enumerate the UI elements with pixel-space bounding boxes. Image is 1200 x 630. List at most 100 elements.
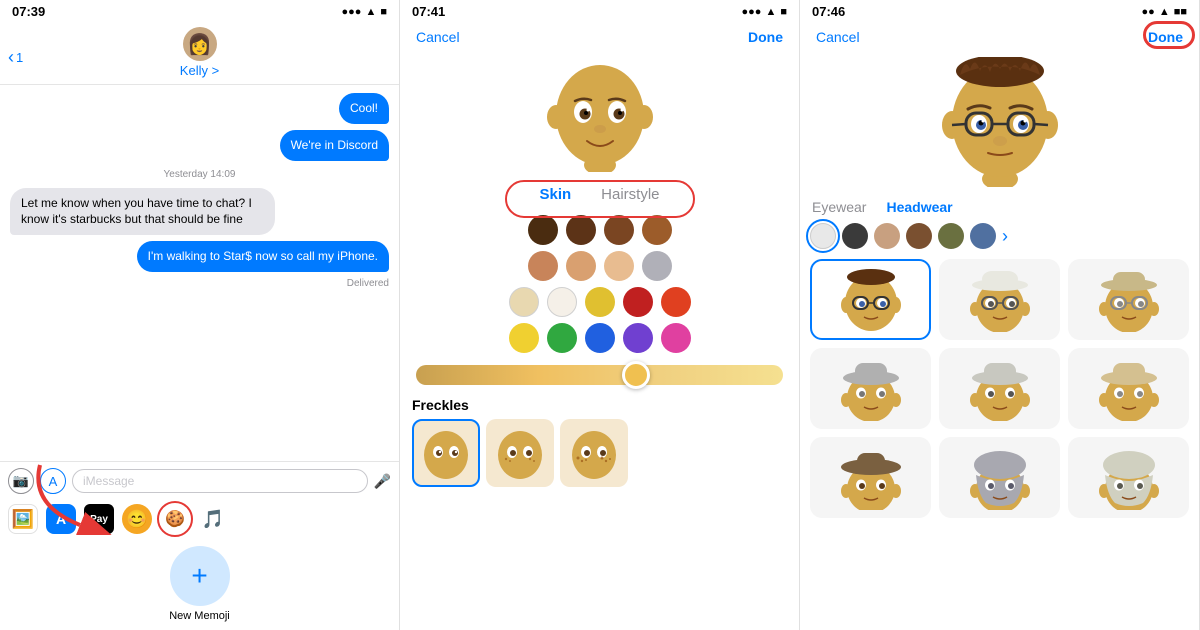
color-option[interactable] [509,287,539,317]
wifi-icon-3: ▲ [1159,6,1170,18]
microphone-icon[interactable]: 🎤 [374,473,391,490]
eyewear-color-option[interactable] [970,223,996,249]
battery-icon: ■ [380,6,387,18]
color-option[interactable] [528,251,558,281]
headwear-preview-icon [841,445,901,510]
panel-imessage: 07:39 ●●● ▲ ■ ‹ 1 👩 Kelly > Cool! We're … [0,0,400,630]
signal-icon: ●●● [342,6,362,18]
color-option[interactable] [566,251,596,281]
memoji-with-glasses-svg [940,57,1060,187]
color-option[interactable] [509,323,539,353]
headwear-item[interactable] [810,259,931,340]
color-option[interactable] [566,215,596,245]
headwear-item[interactable] [810,437,931,518]
headwear-preview-icon [1099,356,1159,421]
color-option[interactable] [661,323,691,353]
music-tray-icon[interactable]: 🎵 [198,504,228,534]
eyewear-color-row: › [800,219,1199,253]
done-button[interactable]: Done [748,29,783,45]
message-timestamp: Yesterday 14:09 [10,169,389,180]
message-bubble: Let me know when you have time to chat? … [10,188,275,236]
contact-avatar: 👩 [183,27,217,61]
message-bubble: I'm walking to Star$ now so call my iPho… [137,241,389,272]
headwear-item[interactable] [939,437,1060,518]
eyewear-color-option[interactable] [842,223,868,249]
skin-color-grid [400,211,799,357]
freckles-options [412,419,787,487]
status-icons-2: ●●● ▲ ■ [742,6,787,18]
message-bubble: We're in Discord [280,130,389,161]
headwear-item[interactable] [810,348,931,429]
color-option[interactable] [661,287,691,317]
status-bar-1: 07:39 ●●● ▲ ■ [0,0,399,23]
status-icons-3: ●● ▲ ■■ [1142,6,1187,18]
color-option[interactable] [604,251,634,281]
wifi-icon-2: ▲ [765,6,776,18]
new-memoji-label: New Memoji [169,610,230,622]
tab-headwear[interactable]: Headwear [886,199,952,215]
panel-skin-editor: 07:41 ●●● ▲ ■ Cancel Done [400,0,800,630]
headwear-header: Cancel Done [800,23,1199,49]
eyewear-color-option[interactable] [906,223,932,249]
status-bar-3: 07:46 ●● ▲ ■■ [800,0,1199,23]
cancel-button-3[interactable]: Cancel [816,29,860,45]
more-colors-icon[interactable]: › [1002,226,1008,247]
headwear-preview-icon [1099,445,1159,510]
memoji-tray-icon[interactable]: 😊 [122,504,152,534]
headwear-item[interactable] [1068,437,1189,518]
color-option[interactable] [642,251,672,281]
headwear-preview-icon [970,267,1030,332]
headwear-preview-icon [841,356,901,421]
color-option[interactable] [547,287,577,317]
headwear-options-grid [800,253,1199,524]
skin-tone-slider-container [400,357,799,393]
eyewear-color-option[interactable] [874,223,900,249]
color-option[interactable] [528,215,558,245]
headwear-item[interactable] [1068,348,1189,429]
headwear-item[interactable] [1068,259,1189,340]
color-option[interactable] [585,287,615,317]
freckles-option[interactable] [486,419,554,487]
time-3: 07:46 [812,4,845,19]
done-circle-decoration [1143,21,1195,49]
slider-thumb[interactable] [622,361,650,389]
battery-icon-2: ■ [780,6,787,18]
tab-hairstyle[interactable]: Hairstyle [601,186,659,203]
battery-icon-3: ■■ [1174,6,1187,18]
skin-tabs: Skin Hairstyle [400,176,799,211]
wifi-icon: ▲ [365,6,376,18]
signal-icon-3: ●● [1142,6,1155,18]
tab-skin[interactable]: Skin [539,186,571,203]
freckles-option[interactable] [560,419,628,487]
color-option[interactable] [642,215,672,245]
headwear-item[interactable] [939,348,1060,429]
headwear-preview-icon [970,356,1030,421]
color-option[interactable] [547,323,577,353]
contact-name[interactable]: Kelly > [180,63,219,78]
cookie-tray-icon[interactable]: 🍪 [160,504,190,534]
color-option[interactable] [623,287,653,317]
back-button[interactable]: ‹ 1 [8,47,23,68]
freckles-option[interactable] [412,419,480,487]
color-option[interactable] [604,215,634,245]
color-option[interactable] [585,323,615,353]
eyewear-color-option[interactable] [938,223,964,249]
new-memoji-button[interactable]: + [170,546,230,606]
time-1: 07:39 [12,4,45,19]
status-bar-2: 07:41 ●●● ▲ ■ [400,0,799,23]
color-row-2 [412,251,787,281]
freckles-label: Freckles [412,397,787,413]
message-bubble: Cool! [339,93,389,124]
headwear-preview-icon [841,267,901,332]
color-row-4 [412,323,787,353]
headwear-item[interactable] [939,259,1060,340]
memoji-preview [400,49,799,176]
tab-eyewear[interactable]: Eyewear [812,199,866,215]
color-option[interactable] [623,323,653,353]
freckles-face-icon [492,425,548,481]
eyewear-color-option[interactable] [810,223,836,249]
time-2: 07:41 [412,4,445,19]
cancel-button[interactable]: Cancel [416,29,460,45]
message-status: Delivered [10,278,389,289]
skin-tone-slider[interactable] [416,365,783,385]
